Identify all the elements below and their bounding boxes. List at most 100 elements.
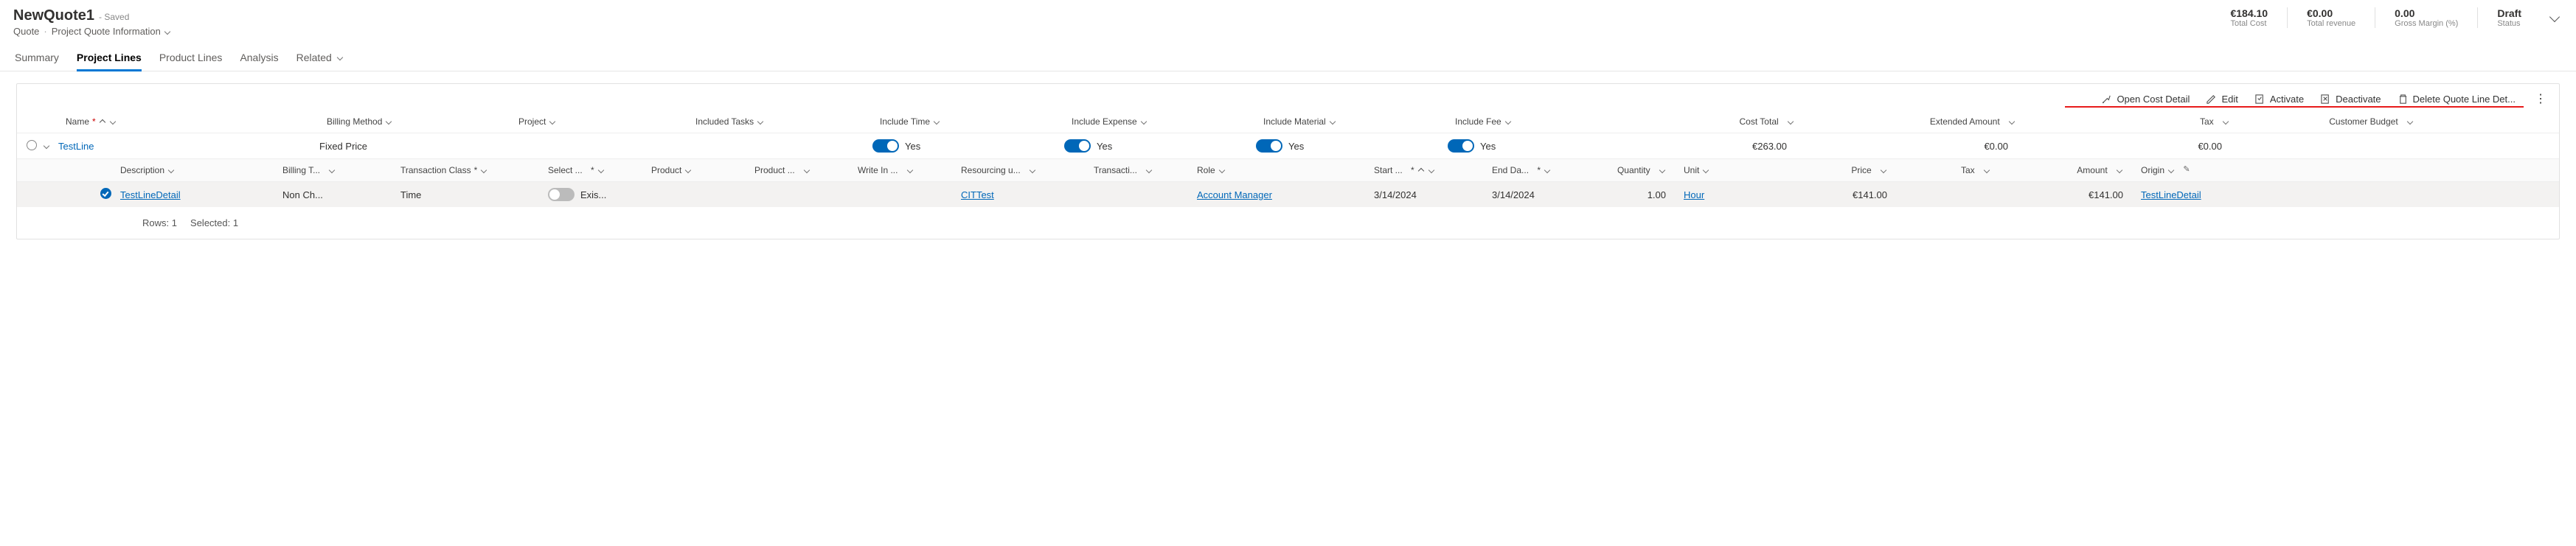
tab-related[interactable]: Related bbox=[296, 47, 344, 71]
chevron-down-icon[interactable] bbox=[164, 28, 171, 35]
cmd-label: Open Cost Detail bbox=[2117, 94, 2190, 105]
col-include-material[interactable]: Include Material bbox=[1263, 116, 1455, 127]
form-selector[interactable]: Project Quote Information bbox=[52, 26, 161, 37]
scol-product[interactable]: Product bbox=[651, 165, 754, 175]
chevron-down-icon bbox=[109, 118, 117, 125]
resourcing-unit-link[interactable]: CITTest bbox=[961, 189, 994, 200]
scol-quantity[interactable]: Quantity bbox=[1588, 165, 1684, 175]
col-cost-total[interactable]: Cost Total bbox=[1647, 116, 1839, 127]
breadcrumb: Quote · Project Quote Information bbox=[13, 26, 171, 37]
cmd-label: Deactivate bbox=[2336, 94, 2381, 105]
chevron-down-icon bbox=[1544, 167, 1551, 174]
chevron-down-icon bbox=[1145, 167, 1153, 174]
chevron-down-icon bbox=[1029, 167, 1036, 174]
cell-transaction-class: Time bbox=[400, 189, 548, 200]
scol-transact[interactable]: Transacti... bbox=[1094, 165, 1197, 175]
chevron-down-icon bbox=[1787, 118, 1794, 125]
tab-summary[interactable]: Summary bbox=[15, 47, 59, 71]
scol-unit[interactable]: Unit bbox=[1684, 165, 1772, 175]
toggle-select[interactable]: Exis... bbox=[548, 188, 651, 201]
open-cost-detail-button[interactable]: Open Cost Detail bbox=[2101, 94, 2190, 105]
toggle-include-time[interactable]: Yes bbox=[872, 139, 1064, 153]
project-lines-panel: Open Cost Detail Edit Activate Deactivat… bbox=[16, 83, 2560, 239]
activate-button[interactable]: Activate bbox=[2254, 94, 2304, 105]
col-billing-method[interactable]: Billing Method bbox=[327, 116, 518, 127]
edit-button[interactable]: Edit bbox=[2206, 94, 2237, 105]
scol-transaction-class[interactable]: Transaction Class* bbox=[400, 165, 548, 175]
scol-price[interactable]: Price bbox=[1772, 165, 1905, 175]
scol-product-desc[interactable]: Product ... bbox=[754, 165, 858, 175]
role-link[interactable]: Account Manager bbox=[1197, 189, 1272, 200]
scol-description[interactable]: Description bbox=[120, 165, 282, 175]
rows-count: Rows: 1 bbox=[142, 217, 177, 228]
cell-quantity: 1.00 bbox=[1588, 189, 1684, 200]
chevron-down-icon bbox=[2008, 118, 2016, 125]
row-expand[interactable] bbox=[39, 141, 54, 152]
toggle-include-material[interactable]: Yes bbox=[1256, 139, 1448, 153]
table-row[interactable]: TestLine Fixed Price Yes Yes Yes Yes €26… bbox=[17, 133, 2559, 158]
scol-origin[interactable]: Origin bbox=[2141, 165, 2244, 175]
scol-start[interactable]: Start ... * bbox=[1374, 165, 1492, 175]
tab-analysis[interactable]: Analysis bbox=[240, 47, 278, 71]
delete-button[interactable]: Delete Quote Line Det... bbox=[2398, 94, 2516, 105]
grid-command-bar: Open Cost Detail Edit Activate Deactivat… bbox=[17, 84, 2559, 109]
chevron-down-icon bbox=[1702, 167, 1709, 174]
record-title: NewQuote1 bbox=[13, 7, 94, 24]
stat-label: Gross Margin (%) bbox=[2395, 19, 2458, 28]
toggle-include-fee[interactable]: Yes bbox=[1448, 139, 1639, 153]
col-name[interactable]: Name* bbox=[61, 116, 327, 127]
stat-value: €0.00 bbox=[2307, 7, 2355, 19]
chevron-down-icon bbox=[933, 118, 940, 125]
scol-select[interactable]: Select ... * bbox=[548, 165, 651, 175]
col-project[interactable]: Project bbox=[518, 116, 695, 127]
stat-value: €184.10 bbox=[2230, 7, 2268, 19]
row-selected-indicator[interactable] bbox=[91, 188, 120, 201]
more-commands-button[interactable]: ⋮ bbox=[2532, 91, 2550, 106]
expand-header-chevron-icon[interactable] bbox=[2548, 10, 2563, 25]
chevron-down-icon bbox=[2222, 118, 2229, 125]
chevron-down-icon bbox=[336, 54, 344, 61]
chevron-down-icon bbox=[757, 118, 764, 125]
origin-link[interactable]: TestLineDetail bbox=[2141, 189, 2201, 200]
col-included-tasks[interactable]: Included Tasks bbox=[695, 116, 880, 127]
scol-resourcing-unit[interactable]: Resourcing u... bbox=[961, 165, 1094, 175]
save-state: - Saved bbox=[99, 12, 129, 22]
scol-write-in[interactable]: Write In ... bbox=[858, 165, 961, 175]
scol-end[interactable]: End Da... * bbox=[1492, 165, 1588, 175]
grid-footer: Rows: 1 Selected: 1 bbox=[17, 207, 2559, 239]
sub-table-row[interactable]: TestLineDetail Non Ch... Time Exis... CI… bbox=[17, 182, 2559, 207]
highlight-underline bbox=[2065, 106, 2524, 108]
sort-ascending-icon bbox=[99, 118, 106, 125]
breadcrumb-entity: Quote bbox=[13, 26, 39, 37]
stat-gross-margin: 0.00 Gross Margin (%) bbox=[2390, 7, 2462, 28]
unit-link[interactable]: Hour bbox=[1684, 189, 1704, 200]
tab-product-lines[interactable]: Product Lines bbox=[159, 47, 223, 71]
scol-billing-type[interactable]: Billing T... bbox=[282, 165, 400, 175]
col-include-expense[interactable]: Include Expense bbox=[1072, 116, 1263, 127]
description-link[interactable]: TestLineDetail bbox=[120, 189, 181, 200]
scol-tax[interactable]: Tax bbox=[1905, 165, 2008, 175]
edit-columns-icon[interactable] bbox=[2183, 166, 2192, 175]
chevron-down-icon bbox=[1659, 167, 1666, 174]
row-selector[interactable] bbox=[24, 140, 39, 153]
chevron-down-icon bbox=[906, 167, 914, 174]
toggle-include-expense[interactable]: Yes bbox=[1064, 139, 1256, 153]
stat-status: Draft Status bbox=[2493, 7, 2526, 28]
scol-amount[interactable]: Amount bbox=[2008, 165, 2141, 175]
tab-project-lines[interactable]: Project Lines bbox=[77, 47, 142, 71]
chevron-down-icon bbox=[1140, 118, 1148, 125]
scol-role[interactable]: Role bbox=[1197, 165, 1374, 175]
col-customer-budget[interactable]: Customer Budget bbox=[2252, 116, 2414, 127]
col-tax[interactable]: Tax bbox=[2060, 116, 2252, 127]
col-include-fee[interactable]: Include Fee bbox=[1455, 116, 1647, 127]
chevron-down-icon bbox=[1218, 167, 1226, 174]
col-extended-amount[interactable]: Extended Amount bbox=[1839, 116, 2060, 127]
stat-label: Total revenue bbox=[2307, 19, 2355, 28]
deactivate-icon bbox=[2320, 94, 2331, 105]
cell-price: €141.00 bbox=[1772, 189, 1905, 200]
col-include-time[interactable]: Include Time bbox=[880, 116, 1072, 127]
cell-end: 3/14/2024 bbox=[1492, 189, 1588, 200]
chevron-down-icon bbox=[1428, 167, 1435, 174]
name-link[interactable]: TestLine bbox=[58, 141, 94, 152]
deactivate-button[interactable]: Deactivate bbox=[2320, 94, 2381, 105]
